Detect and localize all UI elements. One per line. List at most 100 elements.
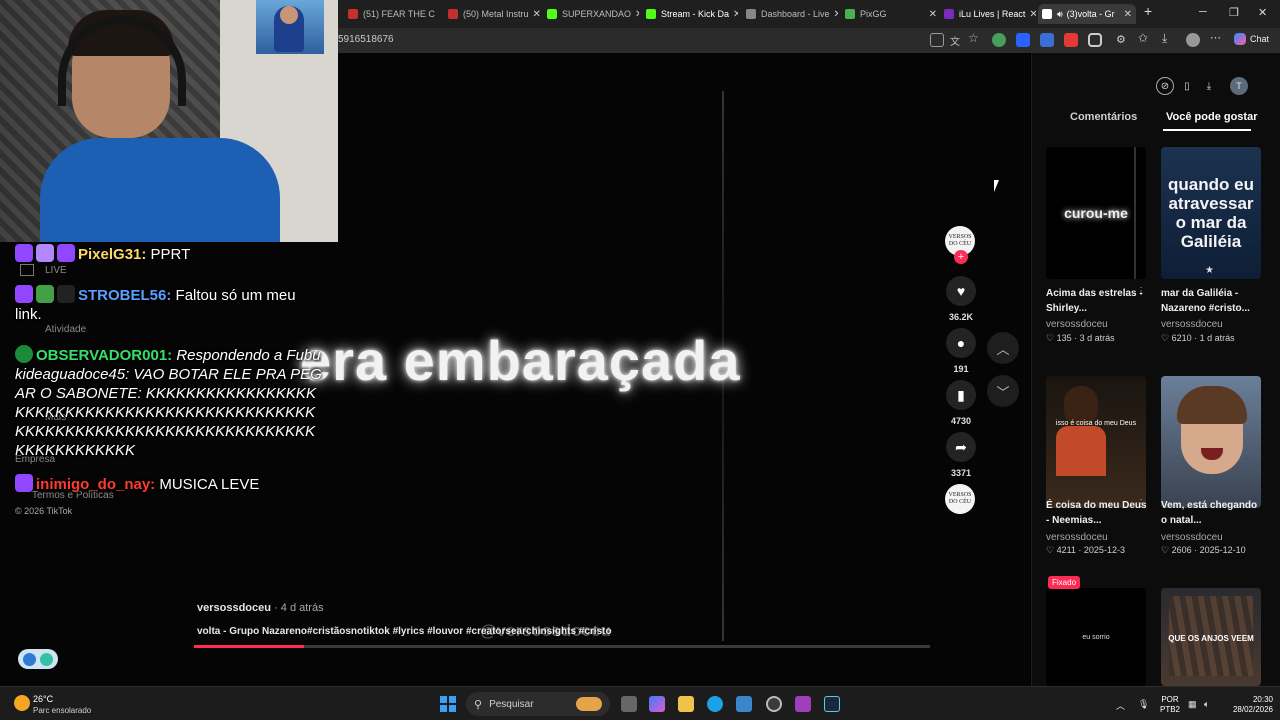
- tab-stream-kick[interactable]: Stream - Kick Da ✕: [646, 4, 738, 24]
- chat-username[interactable]: OBSERVADOR001:: [36, 347, 172, 364]
- user-avatar[interactable]: T: [1230, 77, 1248, 95]
- minimize-button[interactable]: ─: [1199, 6, 1207, 18]
- card-title[interactable]: Vem, está chegando o natal...: [1161, 498, 1264, 528]
- restore-button[interactable]: ❐: [1229, 6, 1239, 19]
- obs-icon[interactable]: [766, 696, 782, 712]
- like-action[interactable]: ♥ 36.2K: [945, 276, 977, 322]
- card-author[interactable]: versossdoceu: [1161, 532, 1223, 543]
- app-icon[interactable]: [795, 696, 811, 712]
- file-explorer-icon[interactable]: [678, 696, 694, 712]
- close-tab-icon[interactable]: ✕: [435, 9, 440, 20]
- tab-volta-active[interactable]: 🔊︎ (3)volta - Gr ✕: [1038, 4, 1136, 24]
- copilot-icon[interactable]: [649, 696, 665, 712]
- extension-icon[interactable]: [1064, 33, 1078, 47]
- bookmark-icon[interactable]: ▮: [946, 380, 976, 410]
- play-icon[interactable]: [23, 652, 36, 666]
- favorites-icon[interactable]: ✩: [1138, 31, 1152, 45]
- start-button[interactable]: [440, 696, 456, 712]
- steam-icon[interactable]: [824, 696, 840, 712]
- split-screen-icon[interactable]: ⚙: [1116, 33, 1130, 47]
- close-tab-icon[interactable]: ✕: [631, 9, 639, 20]
- extension-icon[interactable]: [992, 33, 1006, 47]
- translate-icon[interactable]: 文: [950, 33, 964, 48]
- video-thumbnail[interactable]: eu sorrio: [1046, 588, 1146, 686]
- phone-icon[interactable]: ▯: [1178, 77, 1196, 95]
- share-icon[interactable]: ➦: [946, 432, 976, 462]
- nav-live[interactable]: LIVE: [45, 265, 67, 276]
- compass-icon[interactable]: ⊘: [1156, 77, 1174, 95]
- more-menu-icon[interactable]: ⋯: [1210, 31, 1224, 45]
- favorite-star-icon[interactable]: ☆: [968, 31, 982, 45]
- close-tab-icon[interactable]: ✕: [1025, 9, 1036, 20]
- weather-description[interactable]: Parc ensolarado: [33, 706, 91, 715]
- floating-widget[interactable]: [18, 649, 58, 669]
- video-thumbnail[interactable]: quando eu atravessar o mar da Galiléia ★: [1161, 147, 1261, 279]
- tab-dashboard[interactable]: Dashboard - Live ✕: [746, 4, 838, 24]
- microphone-icon[interactable]: 🎙︎: [1138, 699, 1149, 710]
- card-author[interactable]: versossdoceu: [1161, 319, 1223, 330]
- video-thumbnail[interactable]: curou-me: [1046, 147, 1146, 279]
- system-clock[interactable]: 20:30 28/02/2026: [1227, 695, 1273, 715]
- tab-pixgg[interactable]: PixGG ✕: [845, 4, 937, 24]
- close-tab-icon[interactable]: ✕: [529, 9, 540, 20]
- speaker-icon[interactable]: 🔊︎: [1057, 9, 1063, 20]
- tab-superxandao[interactable]: SUPERXANDAO✕: [547, 4, 639, 24]
- close-tab-icon[interactable]: ✕: [830, 9, 838, 20]
- video-thumbnail[interactable]: [1161, 376, 1261, 508]
- close-window-button[interactable]: ✕: [1258, 6, 1267, 19]
- app-icon[interactable]: [930, 33, 944, 47]
- network-icon[interactable]: ▦: [1188, 699, 1197, 710]
- profile-avatar-icon[interactable]: [1186, 33, 1200, 47]
- extension-icon[interactable]: [1040, 33, 1054, 47]
- comment-action[interactable]: ● 191: [945, 328, 977, 374]
- comment-icon[interactable]: ●: [946, 328, 976, 358]
- tab-suggested[interactable]: Você pode gostar: [1166, 111, 1257, 123]
- creator-avatar[interactable]: VERSOS DO CÉU +: [945, 226, 977, 264]
- chat-username[interactable]: inimigo_do_nay:: [36, 476, 155, 493]
- volume-icon[interactable]: 🔈︎: [1204, 699, 1209, 710]
- video-progress-bar[interactable]: [194, 645, 930, 648]
- follow-plus-icon[interactable]: +: [954, 250, 968, 264]
- card-title[interactable]: Acima das estrelas - Shirley...: [1046, 286, 1149, 316]
- record-icon[interactable]: [40, 652, 53, 666]
- download-icon[interactable]: ⤓: [1162, 31, 1176, 45]
- photos-icon[interactable]: [736, 696, 752, 712]
- card-author[interactable]: versossdoceu: [1046, 319, 1108, 330]
- taskbar-search[interactable]: ⚲ Pesquisar: [466, 692, 610, 716]
- show-hidden-icons[interactable]: ︿: [1116, 699, 1125, 712]
- task-view-icon[interactable]: [621, 696, 637, 712]
- card-title[interactable]: É coisa do meu Deus - Neemias...: [1046, 498, 1149, 528]
- close-tab-icon[interactable]: ✕: [729, 9, 738, 20]
- tab-comments[interactable]: Comentários: [1070, 111, 1137, 123]
- language-indicator[interactable]: POR PTB2: [1160, 695, 1180, 715]
- weather-sun-icon[interactable]: [14, 695, 30, 711]
- save-action[interactable]: ▮ 4730: [945, 380, 977, 426]
- nav-activity[interactable]: Atividade: [45, 324, 86, 335]
- weather-temp[interactable]: 26°C: [33, 694, 53, 704]
- previous-video-button[interactable]: ︿: [987, 332, 1019, 364]
- share-action[interactable]: ➦ 3371: [945, 432, 977, 478]
- video-author[interactable]: versossdoceu · 4 d atrás: [197, 602, 324, 614]
- bitwarden-icon[interactable]: [1016, 33, 1030, 47]
- download-icon[interactable]: ⤓: [1200, 77, 1218, 95]
- edge-icon[interactable]: [707, 696, 723, 712]
- close-tab-icon[interactable]: ✕: [925, 9, 937, 20]
- close-tab-icon[interactable]: ✕: [1120, 9, 1132, 20]
- more-options-icon[interactable]: ⋮: [1136, 286, 1146, 297]
- tab-metal-instru[interactable]: (50) Metal Instru ✕: [448, 4, 540, 24]
- heart-icon[interactable]: ♥: [946, 276, 976, 306]
- copilot-chat-button[interactable]: Chat: [1234, 33, 1269, 45]
- chat-username[interactable]: STROBEL56:: [78, 287, 171, 304]
- card-author[interactable]: versossdoceu: [1046, 532, 1108, 543]
- more-options-icon[interactable]: ⋮: [1136, 498, 1146, 509]
- tab-fear-the[interactable]: (51) FEAR THE C✕: [348, 4, 440, 24]
- video-thumbnail[interactable]: isso é coisa do meu Deus: [1046, 376, 1146, 508]
- card-title[interactable]: mar da Galiléia - Nazareno #cristo...: [1161, 286, 1264, 316]
- chat-username[interactable]: PixelG31:: [78, 246, 146, 263]
- tab-ilu-lives[interactable]: iLu Lives | React ✕: [944, 4, 1036, 24]
- url-field[interactable]: 5916518676: [338, 34, 394, 45]
- next-video-button[interactable]: ﹀: [987, 375, 1019, 407]
- video-thumbnail[interactable]: QUE OS ANJOS VEEM: [1161, 588, 1261, 686]
- new-tab-button[interactable]: +: [1144, 3, 1152, 19]
- sound-avatar[interactable]: VERSOS DO CÉU: [945, 484, 977, 514]
